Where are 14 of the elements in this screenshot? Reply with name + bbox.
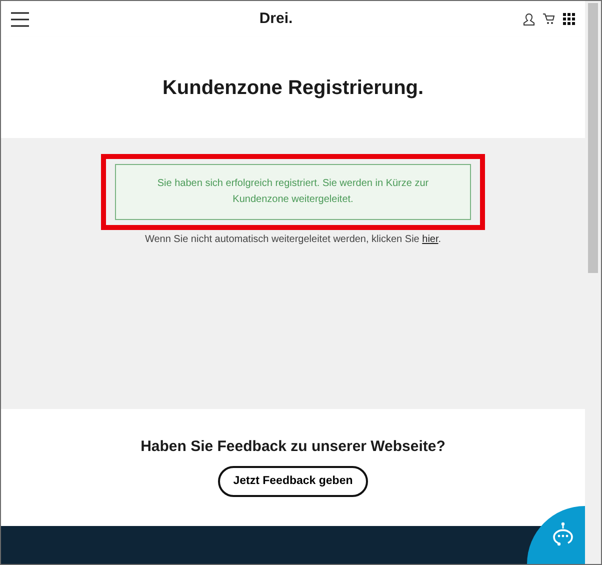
scrollbar[interactable] xyxy=(585,1,601,564)
feedback-button[interactable]: Jetzt Feedback geben xyxy=(218,466,368,498)
feedback-heading: Haben Sie Feedback zu unserer Webseite? xyxy=(140,438,446,456)
user-icon[interactable] xyxy=(522,12,535,26)
logo[interactable]: Drei. xyxy=(259,8,293,30)
success-message: Sie haben sich erfolgreich registriert. Sie werden in Kürze zur Kundenzone weitergeleitet. xyxy=(115,164,471,220)
redirect-note: Wenn Sie nicht automatisch weitergeleitet werden, klicken Sie hier. xyxy=(144,233,442,247)
menu-icon[interactable] xyxy=(11,12,29,26)
cart-icon[interactable] xyxy=(542,13,555,25)
scrollbar-thumb[interactable] xyxy=(588,3,598,273)
apps-grid-icon[interactable] xyxy=(562,13,575,25)
chatbot-icon xyxy=(551,522,575,548)
here-link[interactable]: hier xyxy=(422,234,438,245)
page-title: Kundenzone Registrierung. xyxy=(162,76,424,100)
